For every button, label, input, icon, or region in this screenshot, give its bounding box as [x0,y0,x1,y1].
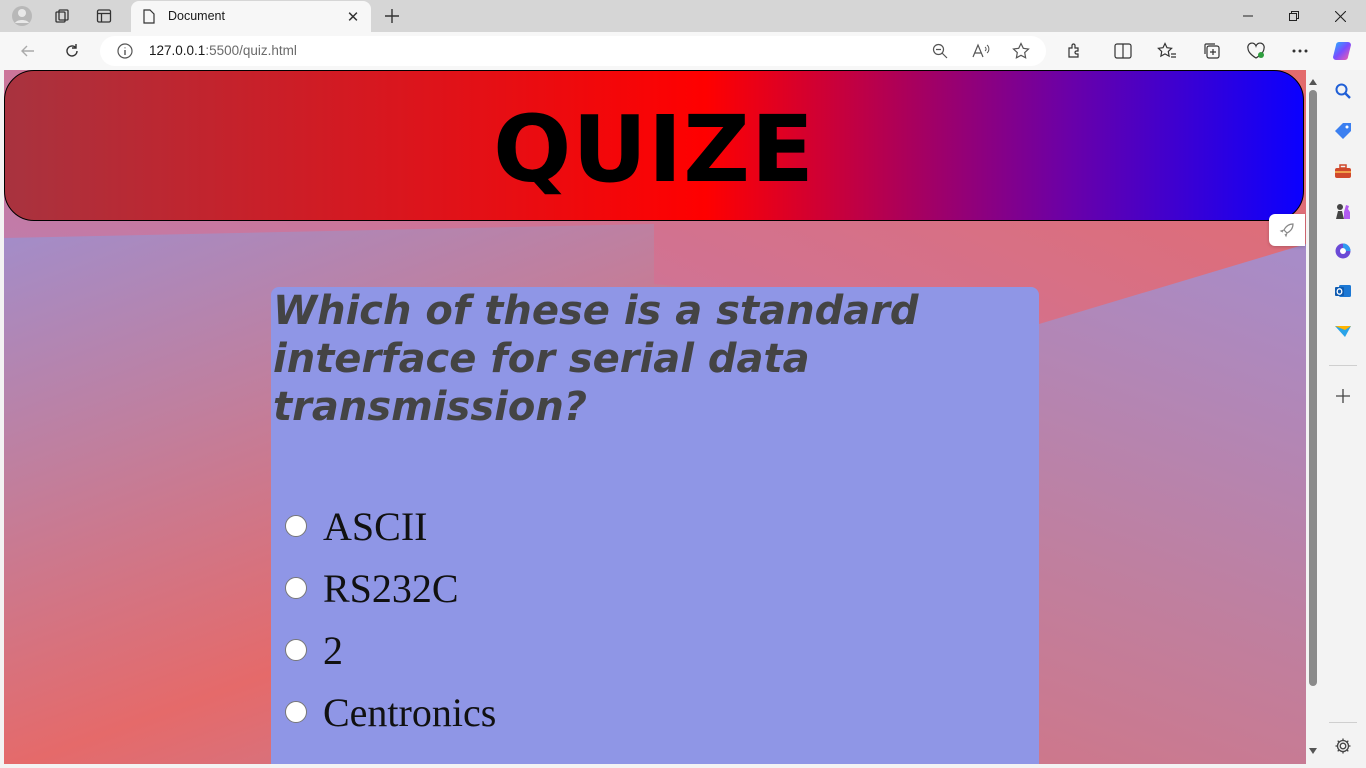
office-icon[interactable] [1329,237,1357,265]
option-2[interactable]: 2 [285,628,343,673]
scroll-up-icon[interactable] [1309,79,1317,85]
question-card: Which of these is a standard interface f… [271,287,1039,764]
tab-title: Document [168,9,225,23]
radio-button[interactable] [285,639,307,661]
option-ascii[interactable]: ASCII [285,504,427,549]
quiz-header: QUIZE [4,70,1304,221]
chess-icon[interactable] [1329,197,1357,225]
restore-icon[interactable] [1271,0,1317,32]
zoom-out-icon[interactable] [932,43,948,64]
toolbar: 127.0.0.1:5500/quiz.html [0,32,1366,70]
workspaces-icon[interactable] [46,0,78,32]
scrollbar-thumb[interactable] [1309,90,1317,686]
option-rs232c[interactable]: RS232C [285,566,459,611]
tab-strip: Document ✕ [0,0,1366,32]
minimize-icon[interactable] [1225,0,1271,32]
more-options-icon[interactable] [1286,37,1314,65]
close-window-icon[interactable] [1317,0,1363,32]
split-screen-icon[interactable] [1109,37,1137,65]
question-text: Which of these is a standard interface f… [273,288,919,430]
profile-icon[interactable] [6,0,38,32]
address-text: 127.0.0.1:5500/quiz.html [149,43,297,58]
search-icon[interactable] [1329,77,1357,105]
option-label: Centronics [323,689,497,735]
page-title: QUIZE [493,96,815,203]
option-label: RS232C [323,565,459,611]
option-centronics[interactable]: Centronics [285,690,496,735]
favorite-star-icon[interactable] [1012,42,1030,65]
sidebar-divider [1329,722,1357,723]
radio-button[interactable] [285,577,307,599]
tab-document[interactable]: Document ✕ [131,1,371,32]
rocket-icon[interactable] [1269,214,1305,246]
sidebar-divider [1329,365,1357,366]
radio-button[interactable] [285,515,307,537]
extensions-icon[interactable] [1061,37,1089,65]
copilot-icon[interactable] [1328,37,1356,65]
close-tab-icon[interactable]: ✕ [343,7,363,27]
new-tab-icon[interactable] [380,4,404,28]
page-viewport: QUIZE Which of these is a standard inter… [4,70,1306,764]
address-path: :5500/quiz.html [205,43,297,58]
favorites-icon[interactable] [1153,37,1181,65]
option-label: 2 [323,627,343,673]
page-scrollbar[interactable] [1306,70,1320,764]
edge-sidebar [1320,70,1366,768]
scroll-down-icon[interactable] [1309,748,1317,754]
send-icon[interactable] [1329,317,1357,345]
site-info-icon[interactable] [117,43,133,64]
read-aloud-icon[interactable] [972,43,990,64]
browser-essentials-icon[interactable] [1242,37,1270,65]
add-icon[interactable] [1329,382,1357,410]
page-icon [143,9,155,29]
address-bar[interactable]: 127.0.0.1:5500/quiz.html [100,36,1046,66]
settings-icon[interactable] [1329,732,1357,760]
option-label: ASCII [323,503,428,549]
back-icon[interactable] [14,37,42,65]
outlook-icon[interactable] [1329,277,1357,305]
refresh-icon[interactable] [58,37,86,65]
toolbox-icon[interactable] [1329,157,1357,185]
tag-icon[interactable] [1329,117,1357,145]
vertical-tabs-icon[interactable] [88,0,120,32]
radio-button[interactable] [285,701,307,723]
address-host: 127.0.0.1 [149,43,206,58]
collections-icon[interactable] [1198,37,1226,65]
